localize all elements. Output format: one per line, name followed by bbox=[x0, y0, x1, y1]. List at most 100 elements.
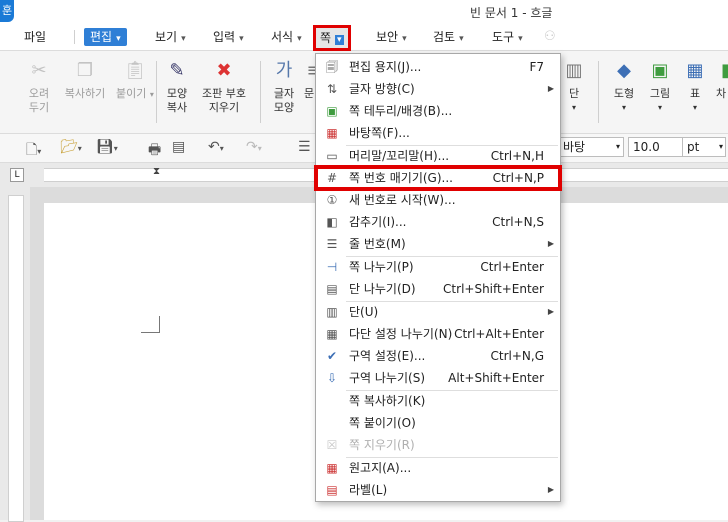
menu-item-page-border[interactable]: ▣ 쪽 테두리/배경(B)... bbox=[316, 100, 560, 122]
chevron-down-icon: ▾ bbox=[181, 34, 186, 44]
menu-bar: 파일 편집 ▾ 보기 ▾ 입력 ▾ 서식 ▾ 쪽 ▾ 보안 ▾ 검토 ▾ 도구 ▾ ⚇ bbox=[0, 24, 728, 51]
menu-item-label: 단(U) bbox=[349, 305, 379, 319]
menu-file[interactable]: 파일 bbox=[24, 28, 46, 46]
indent-marker-icon[interactable]: ⧗ bbox=[153, 166, 160, 177]
menu-item-section-setup[interactable]: ✔ 구역 설정(E)... Ctrl+N,G bbox=[316, 345, 560, 367]
undo-icon[interactable]: ↶▾ bbox=[208, 139, 224, 155]
column-icon: ▥ bbox=[326, 305, 338, 319]
menu-item-paste-page[interactable]: 쪽 붙이기(O) bbox=[316, 412, 560, 434]
menu-item-line-number[interactable]: ☰ 줄 번호(M) ▶ bbox=[316, 233, 560, 255]
menu-item-section-break[interactable]: ⇩ 구역 나누기(S) Alt+Shift+Enter bbox=[316, 367, 560, 389]
section-break-icon: ⇩ bbox=[326, 371, 338, 385]
save-icon[interactable]: 💾︎▾ bbox=[96, 139, 118, 155]
chevron-down-icon: ▾ bbox=[116, 34, 121, 44]
mark-remove-button[interactable]: ✖ 조판 부호 지우기 bbox=[198, 59, 250, 115]
menu-tools[interactable]: 도구 ▾ bbox=[492, 28, 523, 46]
menu-divider bbox=[74, 30, 75, 44]
menu-item-page-break[interactable]: ⊣ 쪽 나누기(P) Ctrl+Enter bbox=[316, 256, 560, 278]
menu-item-new-number[interactable]: ① 새 번호로 시작(W)... bbox=[316, 189, 560, 211]
para-shape-button[interactable]: ≡ 문 bbox=[302, 59, 316, 101]
menu-item-master-page[interactable]: ▦ 바탕쪽(F)... bbox=[316, 122, 560, 144]
menu-item-copy-page[interactable]: 쪽 복사하기(K) bbox=[316, 390, 560, 412]
menu-item-hide[interactable]: ◧ 감추기(I)... Ctrl+N,S bbox=[316, 211, 560, 233]
menu-item-shortcut: Ctrl+N,S bbox=[492, 215, 544, 229]
submenu-arrow-icon: ▶ bbox=[547, 485, 554, 494]
redo-icon[interactable]: ↷▾ bbox=[246, 139, 262, 155]
print-icon[interactable]: 🖶︎ bbox=[148, 139, 161, 163]
style-value: 바탕 bbox=[563, 140, 586, 154]
format-copy-button[interactable]: ✎ 모양 복사 bbox=[160, 59, 194, 115]
shape-button[interactable]: ◆ 도형 ▾ bbox=[608, 59, 640, 115]
table-label: 표 bbox=[689, 87, 701, 100]
format-brush-icon: ✎ bbox=[169, 60, 185, 81]
menu-item-label: 구역 나누기(S) bbox=[349, 371, 425, 385]
mark-remove-label: 조판 부호 지우기 bbox=[202, 87, 246, 114]
chevron-down-icon: ▾ bbox=[718, 142, 723, 151]
unit-select[interactable]: pt ▾ bbox=[682, 137, 726, 157]
ribbon-divider bbox=[598, 61, 599, 123]
align-icon[interactable]: ☰ bbox=[298, 139, 311, 155]
menu-item-page-setup[interactable]: 🗐︎ 편집 용지(J)... F7 bbox=[316, 56, 560, 78]
paste-button[interactable]: 📋︎ 붙이기 ▾ bbox=[114, 59, 156, 102]
menu-item-manuscript[interactable]: ▦ 원고지(A)... bbox=[316, 457, 560, 479]
shape-icon: ◆ bbox=[617, 60, 631, 81]
line-number-icon: ☰ bbox=[326, 237, 338, 251]
menu-item-label: 머리말/꼬리말(H)... bbox=[349, 149, 450, 163]
ribbon-divider bbox=[260, 61, 261, 123]
menu-edit[interactable]: 편집 ▾ bbox=[84, 28, 127, 46]
copy-icon: ❐ bbox=[76, 60, 94, 81]
copy-button[interactable]: ❐ 복사하기 bbox=[60, 59, 110, 101]
chart-button[interactable]: ▮ 차 bbox=[714, 59, 728, 101]
menu-item-page-number[interactable]: # 쪽 번호 매기기(G)... Ctrl+N,P bbox=[314, 165, 562, 191]
submenu-arrow-icon: ▶ bbox=[547, 84, 554, 93]
chart-icon: ▮ bbox=[721, 60, 728, 81]
tab-stop-icon[interactable]: L bbox=[10, 168, 24, 182]
table-button[interactable]: ▦ 표 ▾ bbox=[680, 59, 710, 115]
unit-value: pt bbox=[687, 140, 700, 154]
picture-icon: ▣ bbox=[651, 60, 669, 81]
chevron-down-icon: ▾ bbox=[657, 103, 662, 112]
menu-page[interactable]: 쪽 ▾ bbox=[313, 25, 351, 51]
chevron-down-icon: ▾ bbox=[297, 34, 302, 44]
cut-button[interactable]: ✂ 오려 두기 bbox=[22, 59, 56, 115]
menu-review[interactable]: 검토 ▾ bbox=[433, 28, 464, 46]
menu-item-label: 글자 방향(C) bbox=[349, 82, 415, 96]
menu-item-label: 쪽 나누기(P) bbox=[349, 260, 414, 274]
font-size-input[interactable]: 10.0 bbox=[628, 137, 684, 157]
menu-item-multi-column[interactable]: ▦ 다단 설정 나누기(N) Ctrl+Alt+Enter bbox=[316, 323, 560, 345]
style-select[interactable]: 바탕 ▾ bbox=[558, 137, 624, 157]
menu-item-shortcut: Ctrl+N,P bbox=[492, 171, 544, 185]
menu-item-label: 바탕쪽(F)... bbox=[349, 126, 410, 140]
chart-label: 차 bbox=[715, 87, 727, 100]
picture-button[interactable]: ▣ 그림 ▾ bbox=[644, 59, 676, 115]
menu-item-label: 새 번호로 시작(W)... bbox=[349, 193, 456, 207]
preview-icon[interactable]: ▤ bbox=[172, 139, 185, 155]
chevron-down-icon: ▾ bbox=[518, 34, 523, 44]
hide-icon: ◧ bbox=[326, 215, 338, 229]
menu-item-text-direction[interactable]: ⇅ 글자 방향(C) ▶ bbox=[316, 78, 560, 100]
new-document-icon[interactable]: 🗋︎▾ bbox=[26, 139, 41, 163]
menu-insert[interactable]: 입력 ▾ bbox=[213, 28, 244, 46]
header-footer-icon: ▭ bbox=[326, 149, 338, 163]
menu-item-shortcut: Alt+Shift+Enter bbox=[448, 371, 544, 385]
chevron-down-icon: ▾ bbox=[239, 34, 244, 44]
menu-item-column-break[interactable]: ▤ 단 나누기(D) Ctrl+Shift+Enter bbox=[316, 278, 560, 300]
page-break-icon: ⊣ bbox=[326, 260, 338, 274]
chevron-down-icon: ▾ bbox=[335, 35, 344, 45]
picture-label: 그림 bbox=[649, 87, 671, 100]
menu-format[interactable]: 서식 ▾ bbox=[271, 28, 302, 46]
open-folder-icon[interactable]: 📂︎▾ bbox=[60, 139, 82, 155]
master-page-icon: ▦ bbox=[326, 126, 338, 140]
char-shape-button[interactable]: 가 글자 모양 bbox=[268, 59, 300, 115]
page-border-icon: ▣ bbox=[326, 104, 338, 118]
menu-item-column[interactable]: ▥ 단(U) ▶ bbox=[316, 301, 560, 323]
menu-item-delete-page[interactable]: ☒ 쪽 지우기(R) bbox=[316, 434, 560, 456]
menu-item-label[interactable]: ▤ 라벨(L) ▶ bbox=[316, 479, 560, 501]
menu-view[interactable]: 보기 ▾ bbox=[155, 28, 186, 46]
menu-security[interactable]: 보안 ▾ bbox=[376, 28, 407, 46]
text-direction-icon: ⇅ bbox=[326, 82, 338, 96]
column-button[interactable]: ▥ 단 ▾ bbox=[562, 59, 586, 115]
menu-item-shortcut: Ctrl+Alt+Enter bbox=[454, 327, 544, 341]
menu-item-header-footer[interactable]: ▭ 머리말/꼬리말(H)... Ctrl+N,H bbox=[316, 145, 560, 167]
menu-item-shortcut: Ctrl+N,G bbox=[490, 349, 545, 363]
